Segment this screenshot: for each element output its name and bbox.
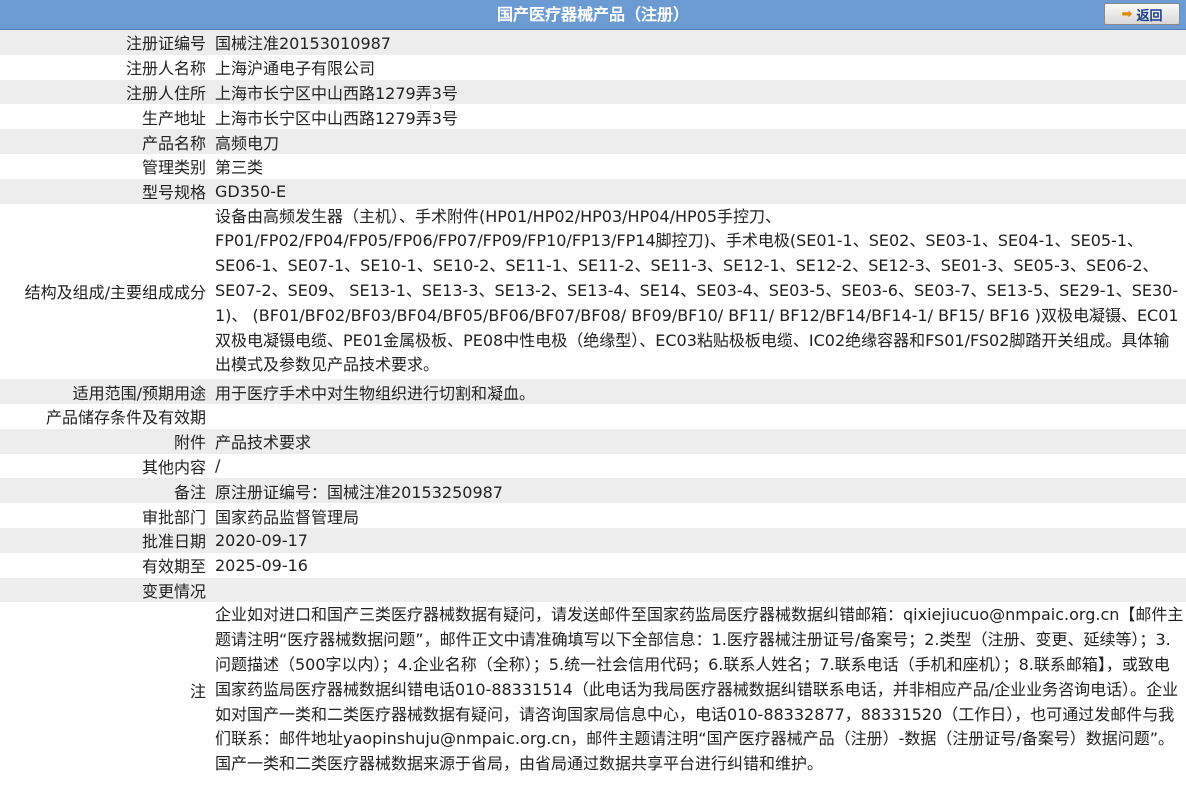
field-value: 上海市长宁区中山西路1279弄3号 <box>215 108 458 128</box>
field-label: 管理类别 <box>141 158 206 178</box>
field-value: 原注册证编号：国械注准20153250987 <box>215 482 503 502</box>
table-row: 有效期至 2025-09-16 <box>0 552 1186 578</box>
field-value: GD350-E <box>215 181 287 201</box>
field-value: 产品技术要求 <box>215 433 312 453</box>
field-value <box>210 578 1186 603</box>
field-label: 审批部门 <box>141 507 206 527</box>
table-row: 生产地址 上海市长宁区中山西路1279弄3号 <box>0 104 1186 130</box>
field-value: 上海市长宁区中山西路1279弄3号 <box>215 83 458 103</box>
field-label: 变更情况 <box>141 581 206 601</box>
table-row: 附件 产品技术要求 <box>0 428 1186 454</box>
field-value: 国械注准20153010987 <box>215 34 391 54</box>
field-label: 其他内容 <box>141 457 206 477</box>
table-row: 结构及组成/主要组成成分 设备由高频发生器（主机）、手术附件(HP01/HP02/… <box>0 203 1186 380</box>
note-label: 注 <box>189 682 206 702</box>
field-label: 型号规格 <box>141 183 206 203</box>
note-row: 注企业如对进口和国产三类医疗器械数据有疑问，请发送邮件至国家药监局医疗器械数据纠… <box>0 602 1186 778</box>
field-value: 用于医疗手术中对生物组织进行切割和凝血。 <box>215 383 536 403</box>
field-value: 高频电刀 <box>215 133 280 153</box>
field-label: 有效期至 <box>141 557 206 577</box>
table-row: 管理类别 第三类 <box>0 153 1186 179</box>
table-row: 变更情况 <box>0 577 1186 603</box>
page-title: 国产医疗器械产品（注册） <box>496 5 689 24</box>
table-row: 备注 原注册证编号：国械注准20153250987 <box>0 478 1186 504</box>
back-button-label: 返回 <box>1136 8 1163 24</box>
table-row: 批准日期 2020-09-17 <box>0 527 1186 553</box>
table-row: 型号规格 GD350-E <box>0 178 1186 204</box>
table-row: 注册人住所 上海市长宁区中山西路1279弄3号 <box>0 79 1186 105</box>
table-row: 产品储存条件及有效期 <box>0 403 1186 429</box>
table-row: 审批部门 国家药品监督管理局 <box>0 503 1186 528</box>
field-label: 产品储存条件及有效期 <box>45 408 206 428</box>
note-text: 企业如对进口和国产三类医疗器械数据有疑问，请发送邮件至国家药监局医疗器械数据纠错… <box>215 605 1184 774</box>
field-label: 备注 <box>173 482 206 502</box>
field-value: 设备由高频发生器（主机）、手术附件(HP01/HP02/HP03/HP04/HP… <box>215 206 1179 375</box>
field-value: 第三类 <box>215 158 264 178</box>
table-row: 产品名称 高频电刀 <box>0 129 1186 154</box>
field-label: 生产地址 <box>141 108 206 128</box>
field-label: 附件 <box>173 433 206 453</box>
back-button[interactable]: ➡ 返回 <box>1104 3 1180 25</box>
field-value <box>210 404 1186 429</box>
field-label: 注册证编号 <box>125 34 206 54</box>
field-label: 适用范围/预期用途 <box>72 383 206 403</box>
page-header: 国产医疗器械产品（注册） ➡ 返回 <box>0 0 1186 30</box>
field-label: 结构及组成/主要组成成分 <box>24 283 206 303</box>
table-row: 其他内容 / <box>0 453 1186 479</box>
field-label: 产品名称 <box>141 133 206 153</box>
field-value: 2020-09-17 <box>215 530 308 550</box>
field-value: 国家药品监督管理局 <box>215 507 360 527</box>
field-value: 上海沪通电子有限公司 <box>215 59 376 79</box>
field-label: 注册人住所 <box>125 83 206 103</box>
field-value: 2025-09-16 <box>215 555 308 575</box>
field-label: 批准日期 <box>141 532 206 552</box>
arrow-right-icon: ➡ <box>1121 6 1133 22</box>
table-row: 注册证编号 国械注准20153010987 <box>0 30 1186 55</box>
table-row: 适用范围/预期用途 用于医疗手术中对生物组织进行切割和凝血。 <box>0 379 1186 404</box>
detail-table: 注册证编号 国械注准20153010987 注册人名称 上海沪通电子有限公司 注册人住所… <box>0 30 1186 778</box>
field-label: 注册人名称 <box>125 59 206 79</box>
table-row: 注册人名称 上海沪通电子有限公司 <box>0 54 1186 80</box>
field-value: / <box>215 456 221 476</box>
